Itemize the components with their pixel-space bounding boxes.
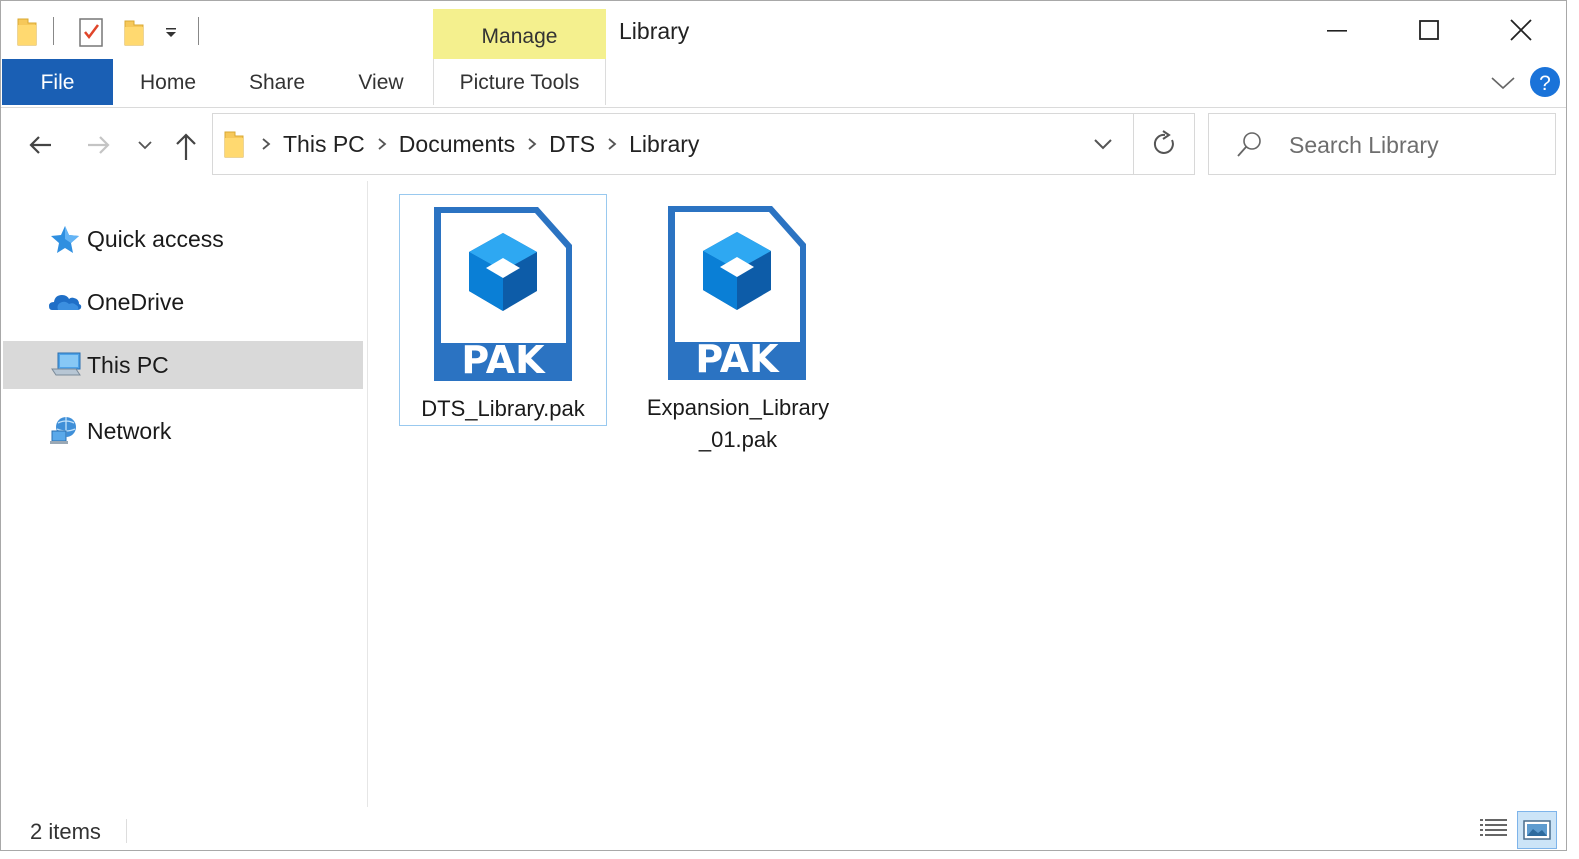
nav-item-label: Network (87, 418, 172, 444)
breadcrumb-library[interactable]: Library (627, 131, 701, 158)
ribbon-tabs: File Home Share View Picture Tools ? (1, 59, 1566, 108)
manage-contextual-tab[interactable]: Manage (433, 9, 606, 59)
nav-item-this-pc[interactable]: This PC (3, 341, 363, 389)
properties-icon (79, 18, 103, 47)
large-icons-view-button[interactable] (1517, 811, 1557, 849)
large-icons-view-icon (1523, 820, 1551, 840)
status-divider (126, 819, 127, 843)
search-icon (1237, 132, 1261, 157)
address-bar[interactable]: This PC Documents DTS Library (212, 113, 1195, 175)
tab-file[interactable]: File (2, 59, 113, 105)
up-arrow-icon (176, 133, 196, 160)
file-name: DTS_Library.pak (421, 396, 585, 421)
pak-badge: PAK (695, 337, 780, 381)
file-item[interactable]: PAK DTS_Library.pak (399, 194, 607, 426)
star-icon (51, 226, 79, 253)
refresh-button[interactable] (1148, 128, 1180, 160)
computer-icon (51, 352, 81, 376)
address-divider (1133, 114, 1134, 174)
toolbar-divider (53, 17, 54, 45)
folder-icon[interactable] (15, 17, 39, 47)
forward-button[interactable] (82, 129, 114, 161)
dropdown-arrow-icon (166, 28, 176, 37)
chevron-right-icon[interactable] (367, 114, 397, 174)
minimize-button[interactable] (1314, 11, 1360, 51)
cloud-icon (49, 295, 82, 310)
expand-ribbon-button[interactable] (1487, 67, 1519, 99)
chevron-down-icon (138, 141, 152, 150)
new-folder-button[interactable] (122, 15, 146, 49)
breadcrumb: This PC Documents DTS Library (213, 114, 701, 174)
toolbar-divider (198, 17, 199, 45)
chevron-right-icon[interactable] (517, 114, 547, 174)
quick-access-toolbar (15, 15, 39, 49)
chevron-right-icon[interactable] (597, 114, 627, 174)
breadcrumb-this-pc[interactable]: This PC (281, 131, 367, 158)
recent-locations-button[interactable] (133, 129, 157, 161)
chevron-down-icon (1491, 77, 1515, 90)
nav-item-network[interactable]: Network (3, 407, 363, 455)
navigation-pane: Quick access OneDrive This PC Network (1, 181, 368, 807)
tab-picture-tools[interactable]: Picture Tools (433, 59, 606, 105)
status-bar: 2 items (1, 807, 1566, 850)
breadcrumb-dts[interactable]: DTS (547, 131, 597, 158)
refresh-icon (1153, 130, 1174, 154)
search-input[interactable]: Search Library (1289, 132, 1439, 159)
help-icon: ? (1530, 67, 1560, 97)
tab-view[interactable]: View (341, 59, 421, 105)
search-box[interactable]: Search Library (1208, 113, 1556, 175)
forward-arrow-icon (88, 136, 110, 154)
item-count: 2 items (30, 819, 101, 844)
title-bar: Manage Library (1, 1, 1566, 59)
properties-button[interactable] (77, 15, 105, 49)
tab-share[interactable]: Share (233, 59, 321, 105)
pak-file-icon: PAK (434, 207, 572, 382)
maximize-icon (1419, 20, 1439, 40)
chevron-down-icon (1094, 139, 1112, 150)
nav-item-quick-access[interactable]: Quick access (3, 215, 363, 263)
back-arrow-icon (29, 136, 51, 154)
up-button[interactable] (170, 130, 202, 162)
back-button[interactable] (25, 129, 57, 161)
svg-text:?: ? (1539, 72, 1551, 95)
close-button[interactable] (1498, 11, 1544, 51)
details-view-icon (1480, 819, 1507, 836)
address-history-button[interactable] (1087, 128, 1119, 160)
nav-item-onedrive[interactable]: OneDrive (3, 278, 363, 326)
chevron-right-icon[interactable] (251, 114, 281, 174)
nav-item-label: Quick access (87, 226, 224, 252)
explorer-window: Manage Library File Home Share View Pict… (0, 0, 1567, 851)
network-icon (50, 417, 76, 444)
customize-toolbar-button[interactable] (163, 15, 179, 49)
manage-label: Manage (481, 25, 558, 48)
pak-file-icon: PAK (668, 206, 806, 381)
breadcrumb-documents[interactable]: Documents (397, 131, 517, 158)
details-view-button[interactable] (1475, 811, 1515, 849)
file-item[interactable]: PAK Expansion_Library_01.pak (634, 194, 842, 452)
folder-icon (224, 131, 244, 158)
nav-item-label: This PC (87, 352, 169, 378)
maximize-button[interactable] (1406, 11, 1452, 51)
close-icon (1510, 19, 1532, 41)
new-folder-icon (124, 20, 144, 46)
nav-item-label: OneDrive (87, 289, 185, 315)
pak-badge: PAK (461, 338, 546, 382)
help-button[interactable]: ? (1529, 66, 1561, 98)
minimize-icon (1327, 30, 1347, 32)
file-name: Expansion_Library_01.pak (646, 395, 830, 452)
tab-home[interactable]: Home (123, 59, 213, 105)
window-title: Library (619, 18, 690, 44)
